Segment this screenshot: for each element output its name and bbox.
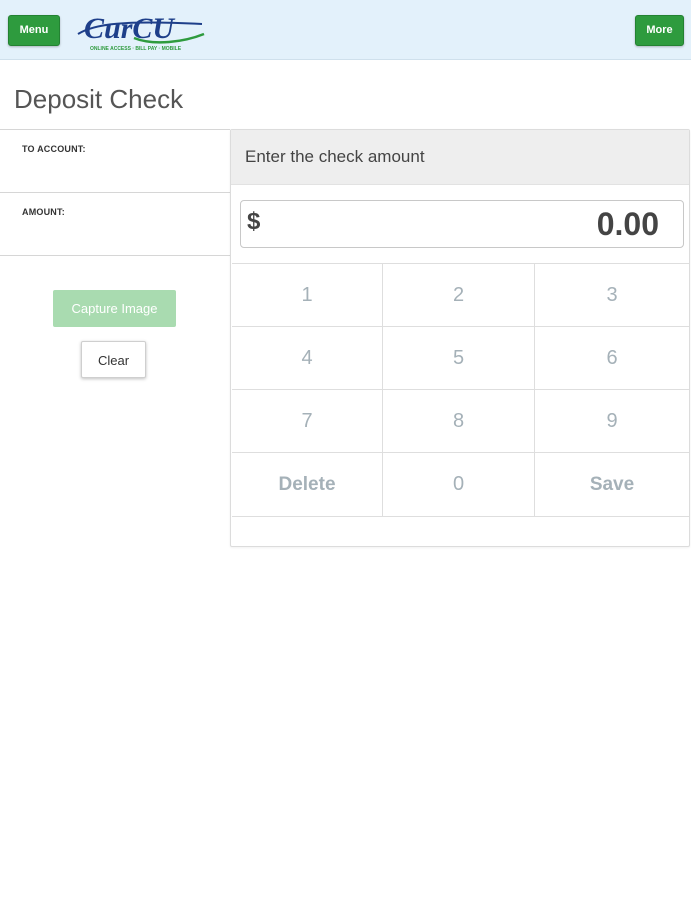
more-button[interactable]: More (635, 15, 684, 46)
keypad-grid: 1 2 3 4 5 6 7 8 9 Delete 0 Save (232, 263, 689, 517)
key-1[interactable]: 1 (232, 264, 383, 327)
clear-button[interactable]: Clear (81, 341, 146, 378)
delete-key[interactable]: Delete (232, 453, 383, 516)
page-title: Deposit Check (14, 84, 184, 114)
curcu-logo: CurCU ONLINE ACCESS · BILL PAY · MOBILE (74, 8, 206, 54)
to-account-label: TO ACCOUNT: (22, 144, 86, 154)
keypad-header: Enter the check amount (231, 130, 689, 185)
menu-button[interactable]: Menu (8, 15, 60, 46)
key-2[interactable]: 2 (383, 264, 535, 327)
svg-text:ONLINE ACCESS · BILL PAY · MOB: ONLINE ACCESS · BILL PAY · MOBILE (90, 46, 182, 52)
svg-text:CurCU: CurCU (84, 12, 175, 45)
deposit-form: TO ACCOUNT: AMOUNT: (0, 129, 230, 256)
key-5[interactable]: 5 (383, 327, 535, 390)
key-7[interactable]: 7 (232, 390, 383, 453)
key-6[interactable]: 6 (535, 327, 689, 390)
app-header: Menu CurCU ONLINE ACCESS · BILL PAY · MO… (0, 0, 691, 60)
amount-label: AMOUNT: (22, 207, 65, 217)
currency-symbol: $ (247, 208, 261, 235)
key-8[interactable]: 8 (383, 390, 535, 453)
save-key[interactable]: Save (535, 453, 689, 516)
amount-keypad-panel: Enter the check amount $ 0.00 1 2 3 4 5 … (230, 129, 690, 547)
capture-image-button[interactable]: Capture Image (53, 290, 176, 327)
key-3[interactable]: 3 (535, 264, 689, 327)
key-0[interactable]: 0 (383, 453, 535, 516)
amount-value: 0.00 (596, 206, 659, 242)
key-9[interactable]: 9 (535, 390, 689, 453)
keypad-prompt: Enter the check amount (245, 147, 425, 166)
amount-display: $ 0.00 (240, 200, 684, 248)
amount-field[interactable]: AMOUNT: (0, 193, 230, 256)
key-4[interactable]: 4 (232, 327, 383, 390)
to-account-field[interactable]: TO ACCOUNT: (0, 129, 230, 193)
